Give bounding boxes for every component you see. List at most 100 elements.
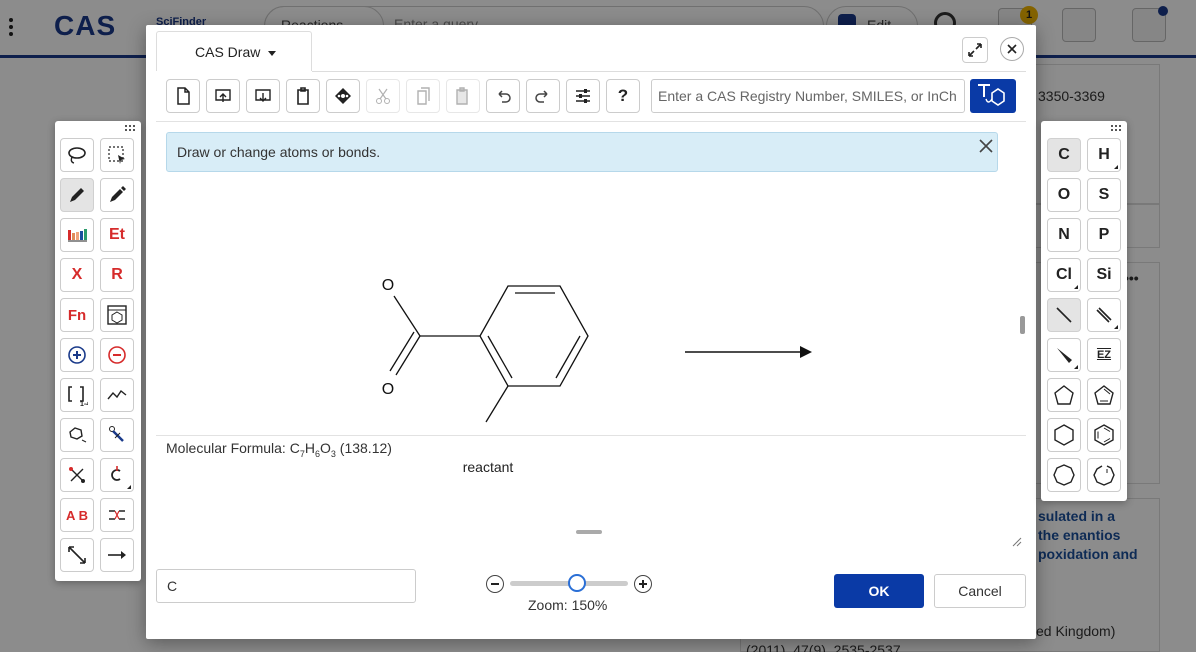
paste-button[interactable] [446, 79, 480, 113]
halogen-button[interactable]: X [60, 258, 94, 292]
cyclopentane-button[interactable] [1047, 378, 1081, 412]
reactant-caption: reactant [463, 459, 514, 475]
stereo-tool[interactable] [100, 458, 134, 492]
cut-button[interactable] [366, 79, 400, 113]
plus-icon [639, 580, 647, 588]
cancel-button[interactable]: Cancel [934, 574, 1026, 608]
tab-divider [312, 71, 1026, 72]
molecule-drawing[interactable]: O O O reactant [156, 122, 1026, 554]
horizontal-scrollbar[interactable] [576, 530, 602, 534]
reaction-role-tool[interactable]: A B [60, 498, 94, 532]
wedge-bond-button[interactable] [1047, 338, 1081, 372]
settings-button[interactable] [566, 79, 600, 113]
oxygen-atom-label[interactable]: O [382, 277, 394, 294]
download-button[interactable] [246, 79, 280, 113]
redo-button[interactable] [526, 79, 560, 113]
drag-handle-icon[interactable] [125, 125, 135, 131]
download-icon [255, 89, 271, 102]
help-button[interactable]: ? [606, 79, 640, 113]
benzene-ring[interactable] [479, 285, 589, 387]
zoom-out-button[interactable] [486, 575, 504, 593]
bond-break-tool[interactable] [60, 458, 94, 492]
atom-silicon-button[interactable]: Si [1087, 258, 1121, 292]
resize-tool[interactable] [60, 538, 94, 572]
chevron-down-icon [268, 50, 277, 56]
chain-tool[interactable] [100, 378, 134, 412]
hint-text: Draw or change atoms or bonds. [177, 144, 381, 160]
function-button[interactable]: Fn [60, 298, 94, 332]
undo-icon [498, 90, 511, 103]
cycloheptane-button[interactable] [1047, 458, 1081, 492]
cyclohexane-button[interactable] [1047, 418, 1081, 452]
ring-fusion-tool[interactable] [60, 418, 94, 452]
color-bars-icon [68, 229, 87, 242]
hexagon-icon [1054, 424, 1074, 446]
resize-grip-icon[interactable] [1012, 537, 1022, 547]
ez-label: EZ [1096, 349, 1112, 361]
benzene-button[interactable] [1087, 418, 1121, 452]
multiple-bond-button[interactable] [1087, 298, 1121, 332]
carboxyl-bonds[interactable] [389, 295, 509, 423]
copy-button[interactable] [406, 79, 440, 113]
bond-break-icon [69, 467, 85, 483]
edit-tool[interactable] [100, 178, 134, 212]
atom-mapping-tool[interactable] [100, 498, 134, 532]
plus-circle-icon [68, 346, 86, 364]
cas-draw-tab[interactable]: CAS Draw [156, 31, 312, 71]
atom-map-tool[interactable] [100, 418, 134, 452]
ring-size-button[interactable] [1087, 458, 1121, 492]
cyclopentadiene-button[interactable] [1087, 378, 1121, 412]
help-icon: ? [617, 86, 629, 105]
atom-input[interactable] [156, 569, 416, 603]
formula-element: C [289, 440, 300, 456]
oxygen-atom-label[interactable]: O [382, 381, 394, 398]
ez-bond-button[interactable]: EZ [1087, 338, 1121, 372]
benzene-icon [1094, 424, 1114, 446]
single-bond-button[interactable] [1047, 298, 1081, 332]
draw-tool[interactable] [60, 178, 94, 212]
lasso-tool[interactable] [60, 138, 94, 172]
color-tool[interactable] [60, 218, 94, 252]
ethyl-button[interactable]: Et [100, 218, 134, 252]
atom-map-icon [109, 426, 124, 442]
zoom-in-button[interactable] [634, 575, 652, 593]
atom-nitrogen-button[interactable]: N [1047, 218, 1081, 252]
ok-button[interactable]: OK [834, 574, 924, 608]
reaction-arrow[interactable] [685, 346, 812, 358]
atom-label: Cl [1056, 266, 1072, 283]
left-tool-palette: Et X R Fn 1-4 A B [55, 121, 141, 581]
formula-prefix: Molecular Formula: [166, 440, 290, 456]
atom-hydrogen-button[interactable]: H [1087, 138, 1121, 172]
formula-element: O [319, 440, 331, 456]
atom-oxygen-button[interactable]: O [1047, 178, 1081, 212]
vertical-scrollbar[interactable] [1020, 316, 1025, 334]
minus-circle-icon [108, 346, 126, 364]
arrow-tool[interactable] [100, 538, 134, 572]
text-to-structure-button[interactable] [970, 79, 1016, 113]
zoom-label: Zoom: 150% [528, 597, 608, 613]
single-bond-icon [1056, 307, 1072, 323]
r-group-button[interactable]: R [100, 258, 134, 292]
atom-carbon-button[interactable]: C [1047, 138, 1081, 172]
atom-chlorine-button[interactable]: Cl [1047, 258, 1081, 292]
repeat-group-tool[interactable]: 1-4 [60, 378, 94, 412]
clean-structure-button[interactable] [326, 79, 360, 113]
registry-input[interactable] [651, 79, 965, 113]
close-icon[interactable] [978, 138, 994, 154]
drag-handle-icon[interactable] [1111, 125, 1121, 131]
upload-button[interactable] [206, 79, 240, 113]
new-button[interactable] [166, 79, 200, 113]
template-button[interactable] [286, 79, 320, 113]
atom-phosphorus-button[interactable]: P [1087, 218, 1121, 252]
atom-sulfur-button[interactable]: S [1087, 178, 1121, 212]
ring-template-tool[interactable] [100, 298, 134, 332]
negative-charge-tool[interactable] [100, 338, 134, 372]
positive-charge-tool[interactable] [60, 338, 94, 372]
drawing-canvas[interactable]: O O O reactant Draw or change atoms or b… [156, 121, 1026, 553]
marquee-select-tool[interactable] [100, 138, 134, 172]
tab-label: CAS Draw [195, 44, 261, 60]
zoom-slider-thumb[interactable] [568, 574, 586, 592]
undo-button[interactable] [486, 79, 520, 113]
expand-button[interactable] [962, 37, 988, 63]
close-button[interactable] [1000, 37, 1024, 61]
